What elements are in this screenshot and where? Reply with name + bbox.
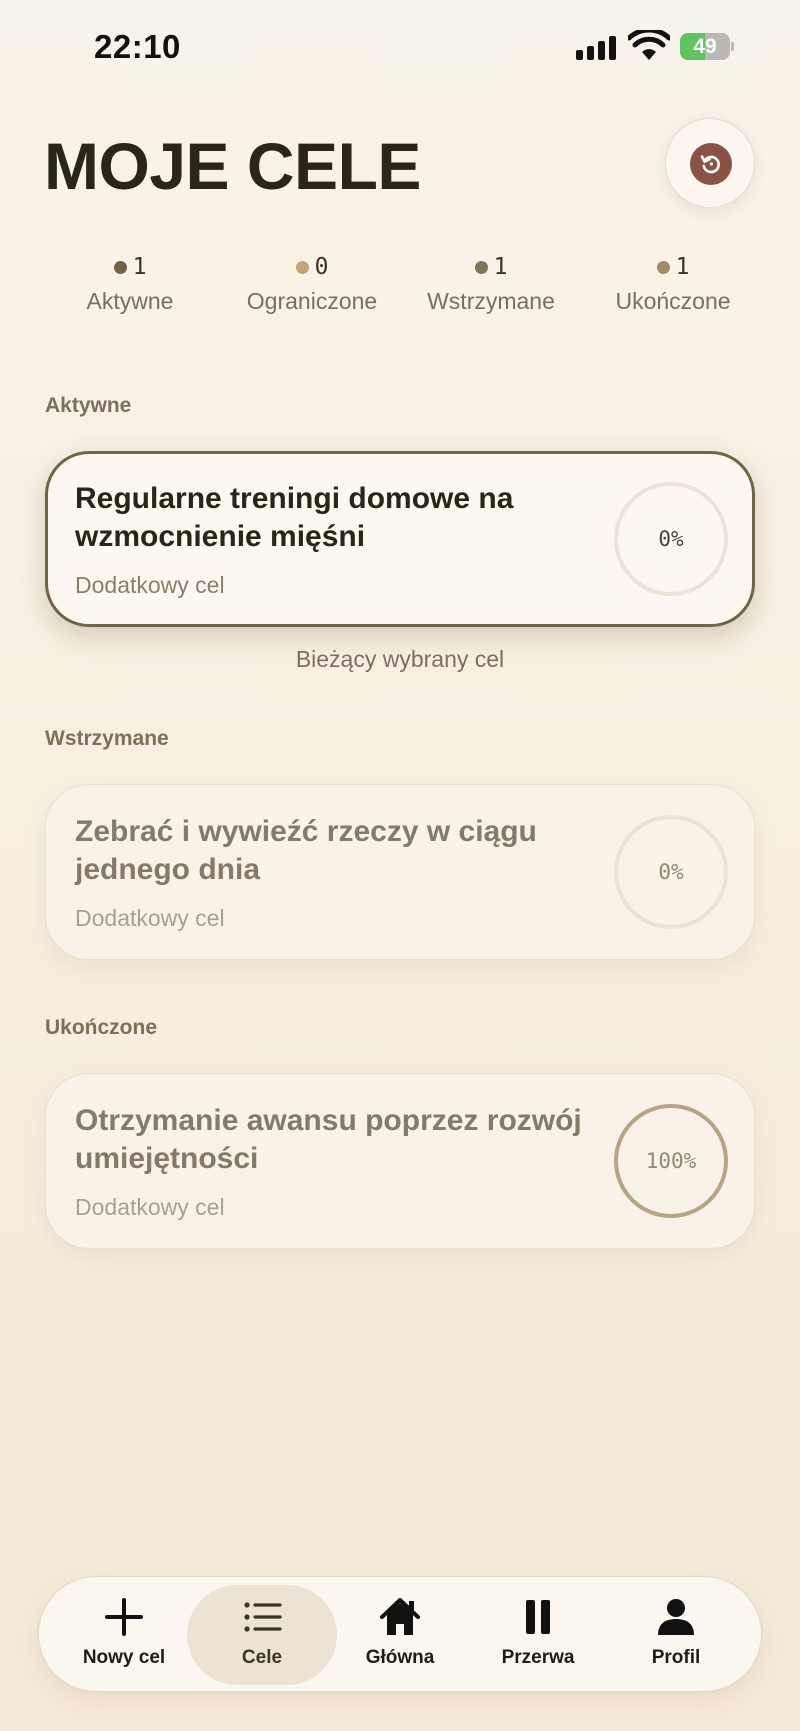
refresh-button[interactable] [665, 118, 755, 208]
section-label-active: Aktywne [45, 394, 132, 417]
list-icon [244, 1602, 282, 1632]
stat-dot [113, 260, 127, 274]
nav-goals[interactable]: Cele [187, 1585, 337, 1685]
progress-ring: 0% [614, 482, 728, 596]
nav-break[interactable]: Przerwa [463, 1585, 613, 1685]
nav-home[interactable]: Główna [325, 1585, 475, 1685]
nav-profile[interactable]: Profil [601, 1585, 751, 1685]
stat-count: 1 [132, 254, 147, 280]
stat-label: Ukończone [615, 288, 731, 314]
stat-dot [474, 260, 488, 274]
person-icon [658, 1599, 694, 1635]
nav-label: Przerwa [501, 1647, 575, 1668]
stat-count: 0 [314, 254, 329, 280]
goal-card-paused[interactable]: Zebrać i wywieźć rzeczy w ciągu jednego … [45, 784, 755, 960]
nav-label: Cele [241, 1647, 283, 1668]
progress-ring: 0% [614, 815, 728, 929]
stat-completed[interactable]: 1 Ukończone [583, 250, 763, 315]
goal-card-completed[interactable]: Otrzymanie awansu poprzez rozwój umiejęt… [45, 1073, 755, 1249]
refresh-icon [700, 155, 720, 174]
battery-icon: 49 [680, 33, 734, 60]
bottom-nav: Nowy cel Cele Główna Przerwa Profil [38, 1576, 762, 1692]
section-label-paused: Wstrzymane [45, 727, 169, 750]
progress-percent: 0% [658, 527, 684, 551]
stat-label: Wstrzymane [427, 288, 555, 314]
stat-label: Aktywne [86, 288, 174, 314]
stat-limited[interactable]: 0 Ograniczone [222, 250, 402, 315]
page-title: MOJE CELE [44, 129, 421, 203]
wifi-icon [628, 30, 670, 60]
progress-percent: 100% [645, 1149, 697, 1173]
progress-ring: 100% [614, 1104, 728, 1218]
stat-dot [656, 260, 670, 274]
goal-title: Zebrać i wywieźć rzeczy w ciągu jednego … [75, 815, 537, 886]
section-label-completed: Ukończone [45, 1016, 158, 1039]
plus-icon [105, 1598, 143, 1636]
goal-stats: 1 Aktywne 0 Ograniczone 1 Wstrzymane 1 U… [40, 250, 760, 330]
goal-card-active[interactable]: Regularne treningi domowe na wzmocnienie… [45, 451, 755, 627]
stat-count: 1 [675, 254, 690, 280]
goal-title: Otrzymanie awansu poprzez rozwój umiejęt… [75, 1104, 582, 1175]
stat-active[interactable]: 1 Aktywne [40, 250, 220, 315]
selected-goal-caption: Bieżący wybrany cel [295, 646, 505, 672]
nav-label: Profil [651, 1647, 701, 1668]
stat-dot [295, 260, 309, 274]
status-time: 22:10 [94, 28, 181, 65]
goal-title: Regularne treningi domowe na wzmocnienie… [75, 482, 514, 553]
progress-percent: 0% [658, 860, 684, 884]
pause-icon [526, 1600, 550, 1634]
stat-paused[interactable]: 1 Wstrzymane [401, 250, 581, 315]
nav-label: Nowy cel [82, 1647, 166, 1668]
goal-subtitle: Dodatkowy cel [75, 572, 225, 598]
goal-subtitle: Dodatkowy cel [75, 1194, 225, 1220]
home-icon [380, 1598, 420, 1635]
stat-count: 1 [493, 254, 508, 280]
nav-label: Główna [365, 1647, 435, 1668]
stat-label: Ograniczone [246, 288, 378, 314]
goal-subtitle: Dodatkowy cel [75, 905, 225, 931]
nav-new-goal[interactable]: Nowy cel [49, 1585, 199, 1685]
cellular-signal-icon [576, 34, 618, 60]
status-bar: 22:10 49 [0, 0, 800, 90]
battery-level: 49 [693, 35, 717, 58]
